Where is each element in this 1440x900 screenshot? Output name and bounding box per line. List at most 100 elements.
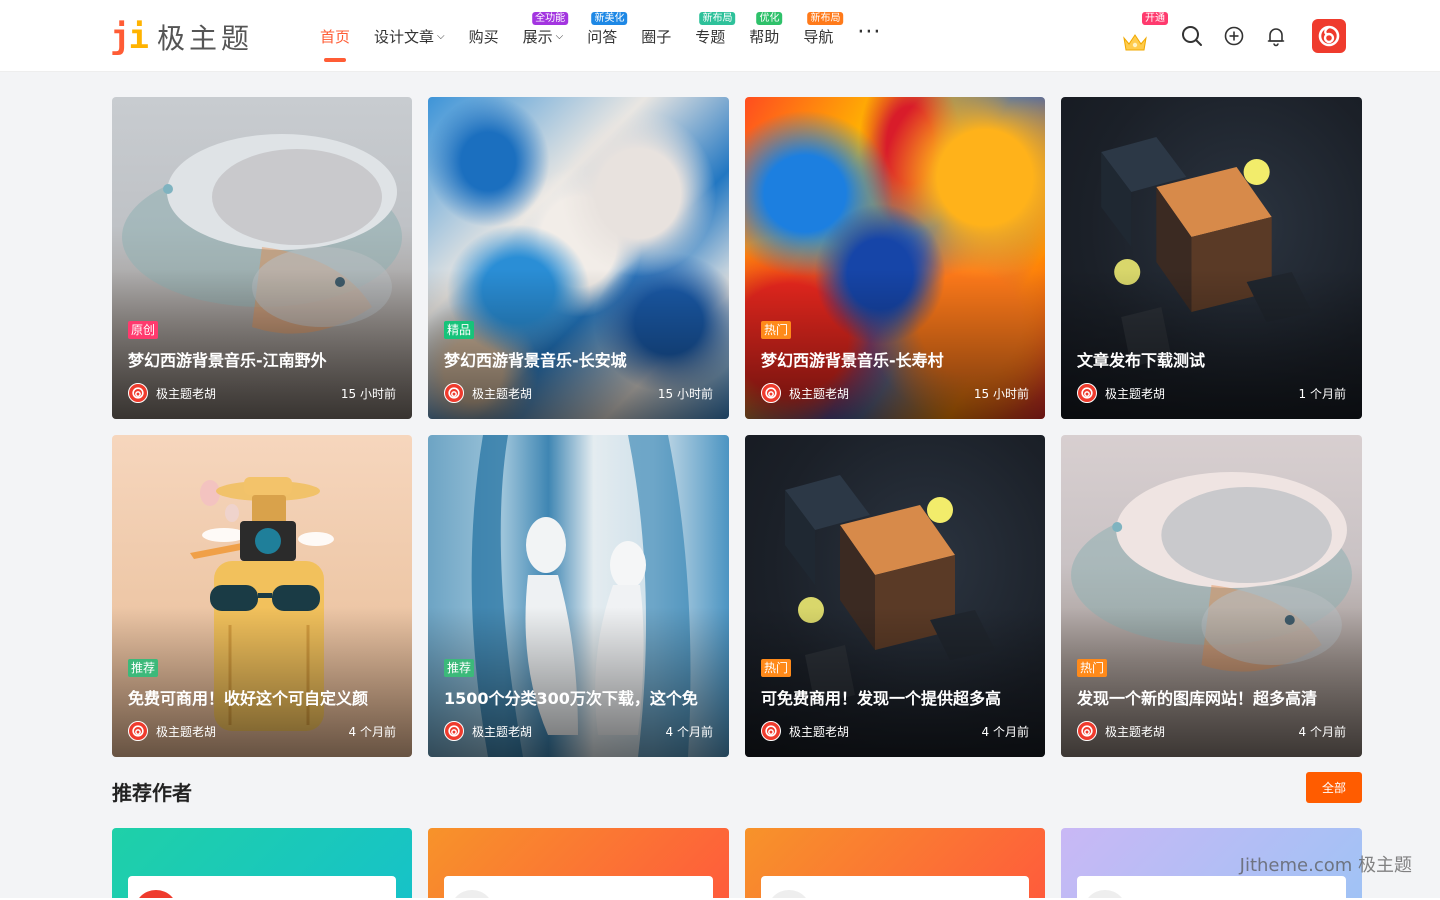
author-avatar[interactable] (128, 721, 148, 741)
author-cards (112, 828, 1362, 900)
author-card[interactable] (112, 828, 412, 900)
post-title[interactable]: 梦幻西游背景音乐-江南野外 (128, 347, 396, 371)
post-card[interactable]: 文章发布下载测试极主题老胡 1 个月前 (1061, 97, 1362, 419)
search-button[interactable] (1180, 24, 1204, 48)
author-card[interactable] (745, 828, 1045, 900)
nav-more-button[interactable]: ··· (857, 0, 881, 68)
author-avatar[interactable] (444, 721, 464, 741)
post-tag[interactable]: 热门 (761, 321, 792, 339)
post-card[interactable]: 精品梦幻西游背景音乐-长安城极主题老胡 15 小时前 (428, 97, 729, 419)
post-title[interactable]: 梦幻西游背景音乐-长寿村 (761, 347, 1029, 371)
post-tag[interactable]: 推荐 (444, 659, 475, 677)
nav-badge: 新布局 (807, 12, 844, 25)
author-name[interactable]: 极主题老胡 (789, 723, 982, 740)
post-card[interactable]: 热门可免费商用！发现一个提供超多高极主题老胡 4 个月前 (745, 435, 1045, 757)
weibo-logo-icon (765, 725, 777, 737)
nav-item-label: 展示 (522, 27, 553, 46)
chevron-down-icon: ⌵ (437, 30, 445, 42)
author-name[interactable]: 极主题老胡 (472, 385, 658, 402)
author-avatar[interactable] (761, 721, 781, 741)
weibo-logo-icon (765, 387, 777, 399)
post-time: 4 个月前 (981, 724, 1029, 739)
post-meta: 极主题老胡 15 小时前 (128, 383, 396, 403)
weibo-logo-icon (1081, 725, 1093, 737)
author-name[interactable]: 极主题老胡 (1105, 723, 1299, 740)
post-meta: 极主题老胡 15 小时前 (761, 383, 1029, 403)
post-time: 15 小时前 (973, 386, 1029, 401)
weibo-logo-icon (1081, 387, 1093, 399)
post-card[interactable]: 推荐 1500个分类300万次下载，这个免极主题老胡 4 个月前 (428, 435, 729, 757)
nav-item-4[interactable]: 问答 新美化 (587, 0, 628, 72)
bell-icon (1267, 28, 1285, 47)
author-avatar[interactable] (444, 383, 464, 403)
post-title[interactable]: 1500个分类300万次下载，这个免 (444, 685, 713, 709)
nav-item-5[interactable]: 圈子 (641, 0, 671, 72)
post-tag[interactable]: 精品 (444, 321, 475, 339)
post-title[interactable]: 文章发布下载测试 (1077, 347, 1346, 371)
nav-item-label: 圈子 (641, 27, 672, 46)
nav-item-6[interactable]: 专题 新布局 (695, 0, 736, 72)
post-card[interactable]: 热门发现一个新的图库网站！超多高清极主题老胡 4 个月前 (1061, 435, 1362, 757)
weibo-logo-icon (132, 725, 144, 737)
post-title[interactable]: 梦幻西游背景音乐-长安城 (444, 347, 713, 371)
author-avatar[interactable] (1077, 383, 1097, 403)
post-tag[interactable]: 热门 (761, 659, 792, 677)
author-name[interactable]: 极主题老胡 (1105, 385, 1299, 402)
post-meta: 极主题老胡 15 小时前 (444, 383, 713, 403)
crown-icon (1123, 34, 1147, 51)
nav-item-label: 问答 (587, 27, 618, 46)
post-meta: 极主题老胡 4 个月前 (444, 721, 713, 741)
post-title[interactable]: 可免费商用！发现一个提供超多高 (761, 685, 1029, 709)
post-time: 4 个月前 (1298, 724, 1346, 739)
nav-item-0[interactable]: 首页 (320, 0, 350, 72)
notification-button[interactable] (1264, 24, 1288, 48)
header-actions: 开通 (1120, 0, 1346, 72)
author-card[interactable] (428, 828, 729, 900)
nav-badge: 新美化 (591, 12, 628, 25)
post-tag[interactable]: 推荐 (128, 659, 159, 677)
weibo-logo-icon (132, 387, 144, 399)
post-time: 15 小时前 (340, 386, 396, 401)
site-header: ji 极主题 首页 设计文章 ⌵ 购买 展示 ⌵ 全功能 问答 新美化 圈子 专题 新布局 帮助 优化 导航… (0, 0, 1440, 72)
watermark: Jitheme.com 极主题 (1239, 855, 1412, 876)
post-title[interactable]: 免费可商用！收好这个可自定义颜 (128, 685, 396, 709)
author-name[interactable]: 极主题老胡 (156, 385, 341, 402)
post-time: 15 小时前 (657, 386, 713, 401)
author-name[interactable]: 极主题老胡 (472, 723, 666, 740)
nav-badge: 全功能 (532, 12, 569, 25)
post-tag[interactable]: 热门 (1077, 659, 1108, 677)
post-card[interactable]: 热门梦幻西游背景音乐-长寿村极主题老胡 15 小时前 (745, 97, 1045, 419)
vip-badge: 开通 (1142, 12, 1168, 25)
author-name[interactable]: 极主题老胡 (156, 723, 349, 740)
plus-circle-icon (1224, 26, 1244, 46)
author-avatar[interactable] (1077, 721, 1097, 741)
post-title[interactable]: 发现一个新的图库网站！超多高清 (1077, 685, 1346, 709)
post-time: 4 个月前 (348, 724, 396, 739)
nav-item-8[interactable]: 导航 新布局 (803, 0, 844, 72)
nav-item-7[interactable]: 帮助 优化 (749, 0, 783, 72)
logo-text: 极主题 (156, 22, 253, 55)
nav-item-1[interactable]: 设计文章 ⌵ (374, 0, 445, 72)
post-tag[interactable]: 原创 (128, 321, 159, 339)
author-name[interactable]: 极主题老胡 (789, 385, 974, 402)
nav-item-3[interactable]: 展示 ⌵ 全功能 (522, 0, 569, 72)
post-grid: 原创 梦幻西游背景音乐-江南野外 极主题老胡 15 小时前 精品 梦幻西游背景音乐-长安城… (112, 97, 1362, 757)
user-avatar-button[interactable] (1312, 19, 1346, 53)
author-avatar[interactable] (128, 383, 148, 403)
vip-button[interactable]: 开通 (1120, 12, 1168, 51)
weibo-logo-icon (1318, 25, 1340, 47)
post-card[interactable]: 原创梦幻西游背景音乐-江南野外极主题老胡 15 小时前 (112, 97, 412, 419)
publish-button[interactable] (1222, 24, 1246, 48)
view-all-button[interactable]: 全部 (1306, 772, 1362, 803)
nav-badge: 新布局 (699, 12, 736, 25)
logo-mark: ji (110, 17, 149, 57)
section-title: 推荐作者 (112, 781, 192, 805)
post-card[interactable]: 推荐免费可商用！收好这个可自定义颜极主题老胡 4 个月前 (112, 435, 412, 757)
post-meta: 极主题老胡 1 个月前 (1077, 383, 1346, 403)
search-icon (1182, 26, 1202, 46)
author-avatar[interactable] (761, 383, 781, 403)
nav-item-2[interactable]: 购买 (469, 0, 499, 72)
site-logo[interactable]: ji 极主题 (110, 17, 253, 57)
post-meta: 极主题老胡 4 个月前 (761, 721, 1029, 741)
post-meta: 极主题老胡 4 个月前 (128, 721, 396, 741)
